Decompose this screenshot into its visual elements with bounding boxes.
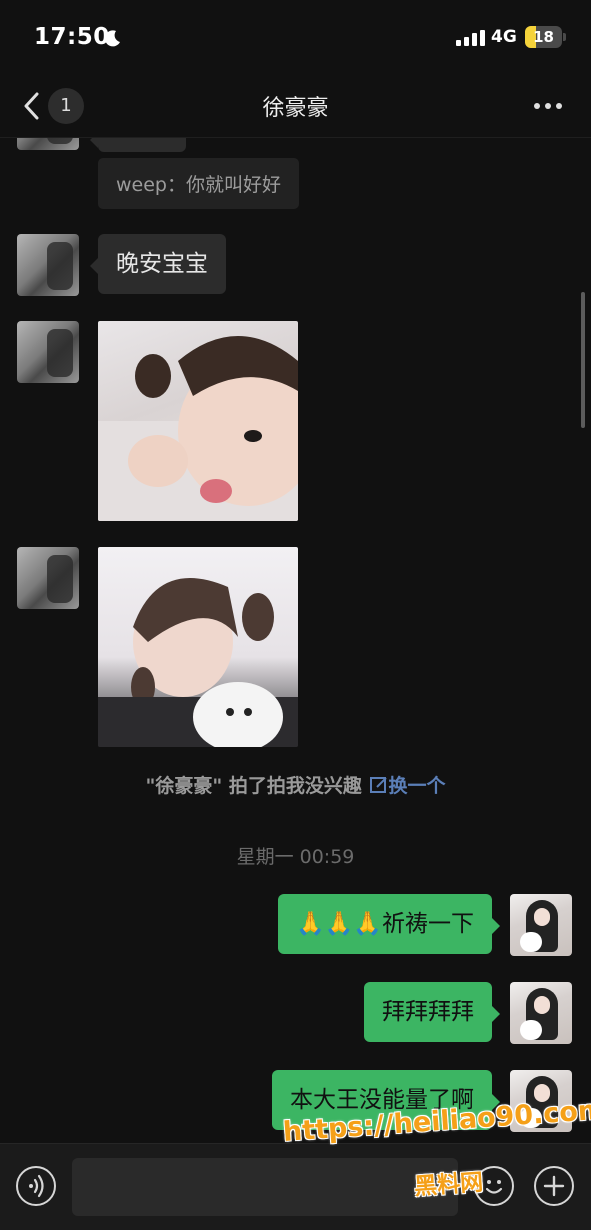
avatar-toy	[520, 932, 542, 952]
pat-edit-label: 换一个	[388, 775, 446, 797]
more-icon	[556, 103, 562, 109]
edit-icon	[369, 777, 387, 793]
scrollbar[interactable]	[581, 292, 585, 428]
child-photo-image	[98, 336, 298, 521]
voice-button[interactable]	[16, 1166, 56, 1206]
watermark-name: 黑料网	[413, 1169, 485, 1201]
signal-icon	[456, 30, 485, 46]
avatar-face	[534, 996, 550, 1014]
status-time: 17:50	[34, 24, 110, 50]
my-message-bubble[interactable]: 🙏🙏🙏祈祷一下	[278, 894, 500, 954]
more-icon	[534, 103, 540, 109]
battery-level: 18	[533, 28, 554, 46]
my-avatar[interactable]	[510, 894, 572, 956]
message-bubble[interactable]: 晚安宝宝	[90, 234, 226, 294]
contact-avatar[interactable]	[17, 321, 79, 383]
message-input[interactable]	[72, 1158, 458, 1216]
pat-edit-link[interactable]: 换一个	[369, 775, 446, 797]
chat-area[interactable]: weep：你就叫好好 晚安宝宝 "徐豪豪" 拍了拍我没兴趣 换一个 星期一 00…	[0, 138, 591, 1143]
child-with-toy-photo-image	[98, 578, 298, 747]
avatar-toy	[520, 1020, 542, 1040]
more-button[interactable]	[524, 90, 572, 120]
contact-avatar[interactable]	[17, 547, 79, 609]
contact-avatar[interactable]	[17, 138, 79, 150]
contact-avatar[interactable]	[17, 234, 79, 296]
pat-note-text: "徐豪豪" 拍了拍我没兴趣	[145, 775, 362, 797]
input-bar	[0, 1143, 591, 1230]
nav-bar: 1 徐豪豪	[0, 76, 591, 138]
network-label: 4G	[491, 27, 517, 47]
message-bubble-partial[interactable]	[90, 138, 186, 152]
pat-note: "徐豪豪" 拍了拍我没兴趣 换一个	[0, 771, 591, 798]
message-timestamp: 星期一 00:59	[236, 846, 355, 868]
more-icon	[545, 103, 551, 109]
chat-title: 徐豪豪	[262, 96, 329, 121]
photo-message[interactable]	[98, 547, 298, 747]
my-avatar[interactable]	[510, 982, 572, 1044]
voice-icon	[29, 1174, 44, 1198]
plus-button[interactable]	[534, 1166, 574, 1206]
battery-icon: 18	[525, 26, 562, 48]
moon-icon	[104, 30, 120, 47]
avatar-face	[534, 908, 550, 926]
plus-icon	[543, 1175, 565, 1197]
photo-message[interactable]	[98, 321, 298, 521]
status-bar: 17:50 4G 18	[0, 0, 591, 76]
quote-bubble[interactable]: weep：你就叫好好	[98, 158, 299, 209]
battery-cap	[563, 33, 566, 41]
my-message-bubble[interactable]: 拜拜拜拜	[364, 982, 500, 1042]
